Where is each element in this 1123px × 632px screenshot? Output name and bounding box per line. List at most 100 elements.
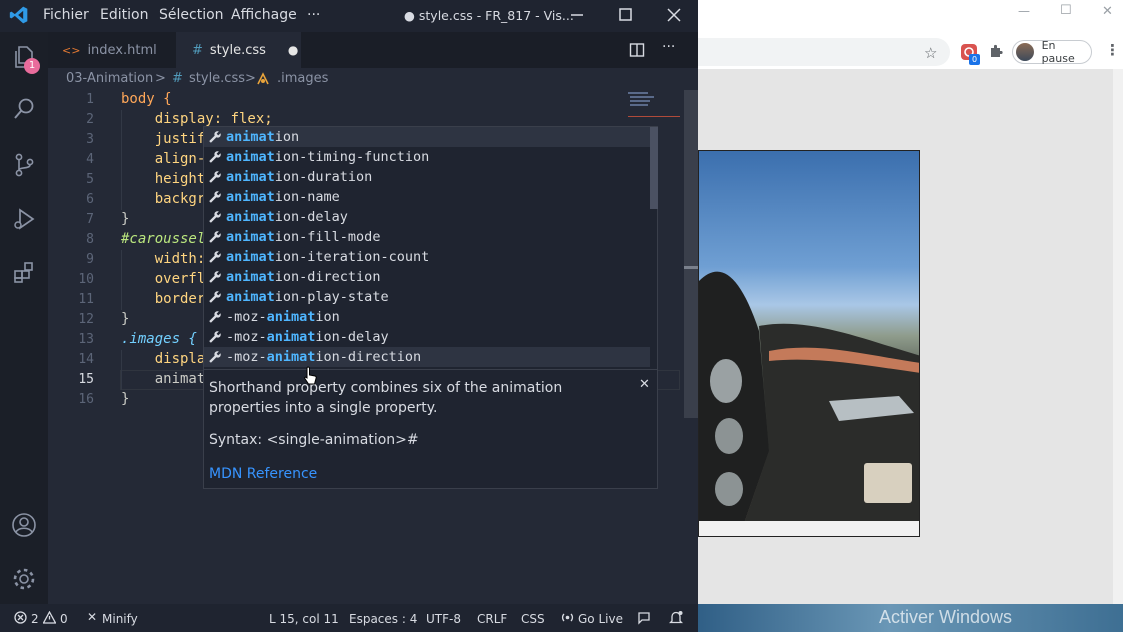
code-line: display: flex; bbox=[121, 111, 273, 127]
account-icon[interactable] bbox=[9, 510, 39, 540]
mouse-pointer-icon bbox=[303, 366, 319, 390]
bookmark-star-icon[interactable]: ☆ bbox=[924, 44, 937, 62]
extensions-icon[interactable] bbox=[9, 258, 39, 288]
go-live-icon[interactable] bbox=[561, 611, 574, 627]
avatar bbox=[1016, 43, 1034, 61]
minimap[interactable] bbox=[626, 90, 684, 130]
extensions-puzzle-icon[interactable] bbox=[988, 43, 1004, 63]
unsaved-dot-icon[interactable]: ● bbox=[288, 43, 298, 57]
close-details-icon[interactable]: ✕ bbox=[639, 377, 650, 392]
suggestion-item[interactable]: animat ion-direction bbox=[204, 267, 650, 287]
code-line: animat bbox=[121, 371, 206, 387]
suggestion-item[interactable]: animat ion-name bbox=[204, 187, 650, 207]
error-icon[interactable] bbox=[14, 611, 27, 627]
suggestion-item[interactable]: animat ion-delay bbox=[204, 207, 650, 227]
menu-affichage[interactable]: Affichage bbox=[231, 7, 297, 23]
language-mode[interactable]: CSS bbox=[521, 612, 545, 626]
desktop-background: Activer Windows bbox=[698, 604, 1123, 632]
encoding[interactable]: UTF-8 bbox=[426, 612, 461, 626]
warning-count[interactable]: 0 bbox=[60, 612, 68, 626]
profile-label: En pause bbox=[1041, 39, 1075, 65]
address-bar[interactable] bbox=[698, 38, 950, 66]
suggestion-match: animat bbox=[226, 289, 275, 305]
line-number: 2 bbox=[86, 112, 94, 127]
profile-button[interactable]: En pause bbox=[1012, 39, 1092, 65]
close-button[interactable] bbox=[663, 5, 685, 25]
suggestion-match: animat bbox=[266, 309, 316, 325]
run-debug-icon[interactable] bbox=[9, 204, 39, 234]
browser-menu-icon[interactable]: ⋮ bbox=[1105, 41, 1120, 59]
suggestion-item[interactable]: -moz-animat ion-direction bbox=[204, 347, 650, 367]
breadcrumb-symbol[interactable]: .images bbox=[277, 71, 328, 86]
suggestion-rest: ion-iteration-count bbox=[274, 249, 430, 265]
settings-gear-icon[interactable] bbox=[9, 564, 39, 594]
tab-style-css[interactable]: # style.css ● bbox=[176, 32, 301, 68]
breadcrumb-separator: > bbox=[155, 71, 166, 86]
search-icon[interactable] bbox=[9, 94, 39, 124]
carousel-image bbox=[698, 150, 920, 537]
code-line: height bbox=[121, 171, 206, 187]
code-line: justif bbox=[121, 131, 206, 147]
suggestion-item[interactable]: animat ion-fill-mode bbox=[204, 227, 650, 247]
suggestion-rest: ion bbox=[315, 309, 340, 325]
suggestion-item[interactable]: -moz-animat ion-delay bbox=[204, 327, 650, 347]
line-number: 3 bbox=[86, 132, 94, 147]
suggestion-item[interactable]: animat ion-timing-function bbox=[204, 147, 650, 167]
more-actions-icon[interactable]: ··· bbox=[662, 39, 675, 55]
suggestion-item[interactable]: -moz-animat ion bbox=[204, 307, 650, 327]
source-control-icon[interactable] bbox=[9, 150, 39, 180]
suggestion-rest: ion-duration bbox=[274, 169, 373, 185]
code-line: border bbox=[121, 291, 206, 307]
suggestion-item[interactable]: animat ion-play-state bbox=[204, 287, 650, 307]
browser-minimize-button[interactable]: — bbox=[1018, 4, 1030, 18]
line-number: 8 bbox=[86, 232, 94, 247]
code-line: align- bbox=[121, 151, 206, 167]
browser-toolbar: ☆ 0 En pause ⋮ bbox=[698, 38, 1123, 69]
suggestion-match: animat bbox=[266, 329, 316, 345]
error-count[interactable]: 2 bbox=[31, 612, 39, 626]
browser-close-button[interactable]: ✕ bbox=[1102, 4, 1113, 19]
minimize-button[interactable] bbox=[566, 5, 588, 25]
editor-scrollbar[interactable] bbox=[684, 90, 698, 418]
property-wrench-icon bbox=[204, 250, 226, 264]
breadcrumb-file[interactable]: style.css bbox=[189, 71, 245, 86]
line-number: 13 bbox=[78, 332, 94, 347]
suggestion-item[interactable]: animat ion-duration bbox=[204, 167, 650, 187]
minify-icon[interactable]: ✕ bbox=[87, 610, 97, 624]
browser-scrollbar[interactable] bbox=[1113, 69, 1123, 604]
tab-index-html[interactable]: <> index.html bbox=[48, 32, 176, 68]
property-wrench-icon bbox=[204, 230, 226, 244]
menu-edition[interactable]: Edition bbox=[100, 7, 148, 23]
tab-label: index.html bbox=[87, 42, 157, 58]
notifications-bell-icon[interactable] bbox=[668, 610, 684, 628]
menu-selection[interactable]: Sélection bbox=[159, 7, 224, 23]
breadcrumb-css-icon: # bbox=[172, 71, 183, 86]
minify-button[interactable]: Minify bbox=[102, 612, 138, 626]
breadcrumb-folder[interactable]: 03-Animation bbox=[66, 71, 153, 86]
feedback-icon[interactable] bbox=[637, 611, 651, 628]
window-title: ● style.css - FR_817 - Vis... bbox=[404, 8, 574, 23]
code-line: backgr bbox=[121, 191, 206, 207]
split-editor-icon[interactable] bbox=[629, 42, 645, 62]
code-line: } bbox=[121, 211, 130, 227]
suggestion-item[interactable]: animat ion bbox=[204, 127, 650, 147]
go-live-button[interactable]: Go Live bbox=[578, 612, 623, 626]
maximize-button[interactable] bbox=[614, 5, 636, 25]
line-number: 9 bbox=[86, 252, 94, 267]
mdn-reference-link[interactable]: MDN Reference bbox=[209, 466, 317, 482]
cursor-position[interactable]: L 15, col 11 bbox=[269, 612, 339, 626]
symbol-class-icon bbox=[256, 72, 270, 90]
image-scrollbar[interactable] bbox=[699, 521, 919, 536]
menu-more[interactable]: ··· bbox=[307, 7, 320, 23]
suggest-scrollbar[interactable] bbox=[650, 127, 658, 209]
tab-label: style.css bbox=[209, 42, 266, 58]
suggest-widget: animat ion animat ion-timing-function anim… bbox=[203, 126, 658, 370]
suggestion-item[interactable]: animat ion-iteration-count bbox=[204, 247, 650, 267]
indentation[interactable]: Espaces : 4 bbox=[349, 612, 417, 626]
warning-icon[interactable] bbox=[42, 610, 57, 627]
suggestion-rest: ion-delay bbox=[274, 209, 348, 225]
line-ending[interactable]: CRLF bbox=[477, 612, 507, 626]
browser-maximize-button[interactable]: ☐ bbox=[1060, 3, 1072, 18]
menu-fichier[interactable]: Fichier bbox=[43, 7, 89, 23]
suggestion-rest: ion-delay bbox=[315, 329, 389, 345]
